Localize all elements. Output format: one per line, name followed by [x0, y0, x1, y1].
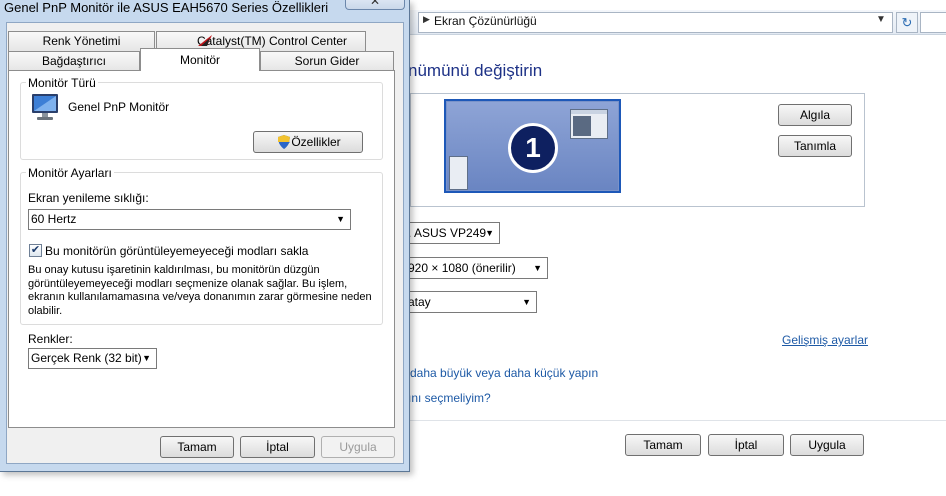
dialog-apply-button: Uygula [321, 436, 395, 458]
dialog-ok-button[interactable]: Tamam [160, 436, 234, 458]
apply-button[interactable]: Uygula [790, 434, 864, 456]
resolution-select-value: 920 × 1080 (önerilir) [408, 261, 516, 275]
address-dropdown-icon[interactable]: ▼ [876, 14, 886, 25]
orientation-select[interactable]: atay ▼ [405, 291, 537, 313]
dialog-title: Genel PnP Monitör ile ASUS EAH5670 Serie… [4, 0, 329, 15]
cancel-button[interactable]: İptal [708, 434, 784, 456]
ok-button[interactable]: Tamam [625, 434, 701, 456]
monitor-icon [32, 94, 58, 120]
advanced-settings-link[interactable]: Gelişmiş ayarlar [782, 333, 868, 347]
search-input[interactable] [920, 12, 946, 33]
chevron-down-icon: ▼ [522, 297, 531, 307]
hide-modes-label[interactable]: Bu monitörün görüntüleyemeyeceği modları… [45, 244, 308, 258]
mini-window-bar [571, 110, 607, 114]
mini-sidebar-icon [449, 156, 468, 190]
detect-button[interactable]: Algıla [778, 104, 852, 126]
text-size-link[interactable]: i daha büyük veya daha küçük yapın [404, 366, 598, 380]
tab-color-management[interactable]: Renk Yönetimi [8, 31, 155, 51]
breadcrumb-current[interactable]: Ekran Çözünürlüğü [434, 14, 537, 28]
mini-window-body [573, 116, 591, 136]
page-heading: nümünü değiştirin [408, 61, 543, 80]
divider [410, 420, 946, 421]
dialog-cancel-button[interactable]: İptal [240, 436, 315, 458]
shield-icon [278, 135, 290, 149]
tab-monitor[interactable]: Monitör [140, 48, 260, 71]
which-settings-link[interactable]: rını seçmeliyim? [404, 391, 491, 405]
tab-troubleshoot[interactable]: Sorun Gider [260, 51, 394, 70]
refresh-rate-select[interactable]: 60 Hertz ▼ [28, 209, 351, 230]
colors-label: Renkler: [28, 332, 73, 346]
refresh-rate-value: 60 Hertz [31, 212, 77, 226]
chevron-down-icon: ▼ [533, 263, 542, 273]
hide-modes-description: Bu onay kutusu işaretinin kaldırılması, … [28, 264, 372, 317]
identify-button[interactable]: Tanımla [778, 135, 852, 157]
chevron-down-icon: ▼ [485, 228, 494, 238]
catalyst-icon [198, 35, 212, 46]
monitor-name: Genel PnP Monitör [68, 100, 170, 114]
refresh-rate-label: Ekran yenileme sıklığı: [28, 191, 149, 205]
monitor-type-label: Monitör Türü [26, 76, 98, 90]
hide-modes-checkbox[interactable]: ✔ [29, 244, 42, 257]
colors-select[interactable]: Gerçek Renk (32 bit) ▼ [28, 348, 157, 369]
resolution-select[interactable]: 920 × 1080 (önerilir) ▼ [405, 257, 548, 279]
close-icon: ✕ [369, 0, 381, 8]
display-select-value: . ASUS VP249 [408, 226, 487, 240]
colors-value: Gerçek Renk (32 bit) [31, 351, 142, 365]
chevron-down-icon: ▼ [336, 214, 345, 224]
chevron-down-icon: ▼ [142, 353, 151, 363]
orientation-select-value: atay [408, 295, 431, 309]
monitor-settings-label: Monitör Ayarları [26, 166, 114, 180]
refresh-icon[interactable]: ↻ [896, 12, 918, 33]
display-select[interactable]: . ASUS VP249 ▼ [405, 222, 500, 244]
monitor-number-badge: 1 [508, 123, 558, 173]
close-button[interactable]: ✕ [345, 0, 405, 10]
tab-adapter[interactable]: Bağdaştırıcı [8, 51, 140, 70]
breadcrumb-arrow-icon[interactable]: ▶ [423, 14, 430, 25]
properties-button[interactable]: Özellikler [253, 131, 363, 153]
